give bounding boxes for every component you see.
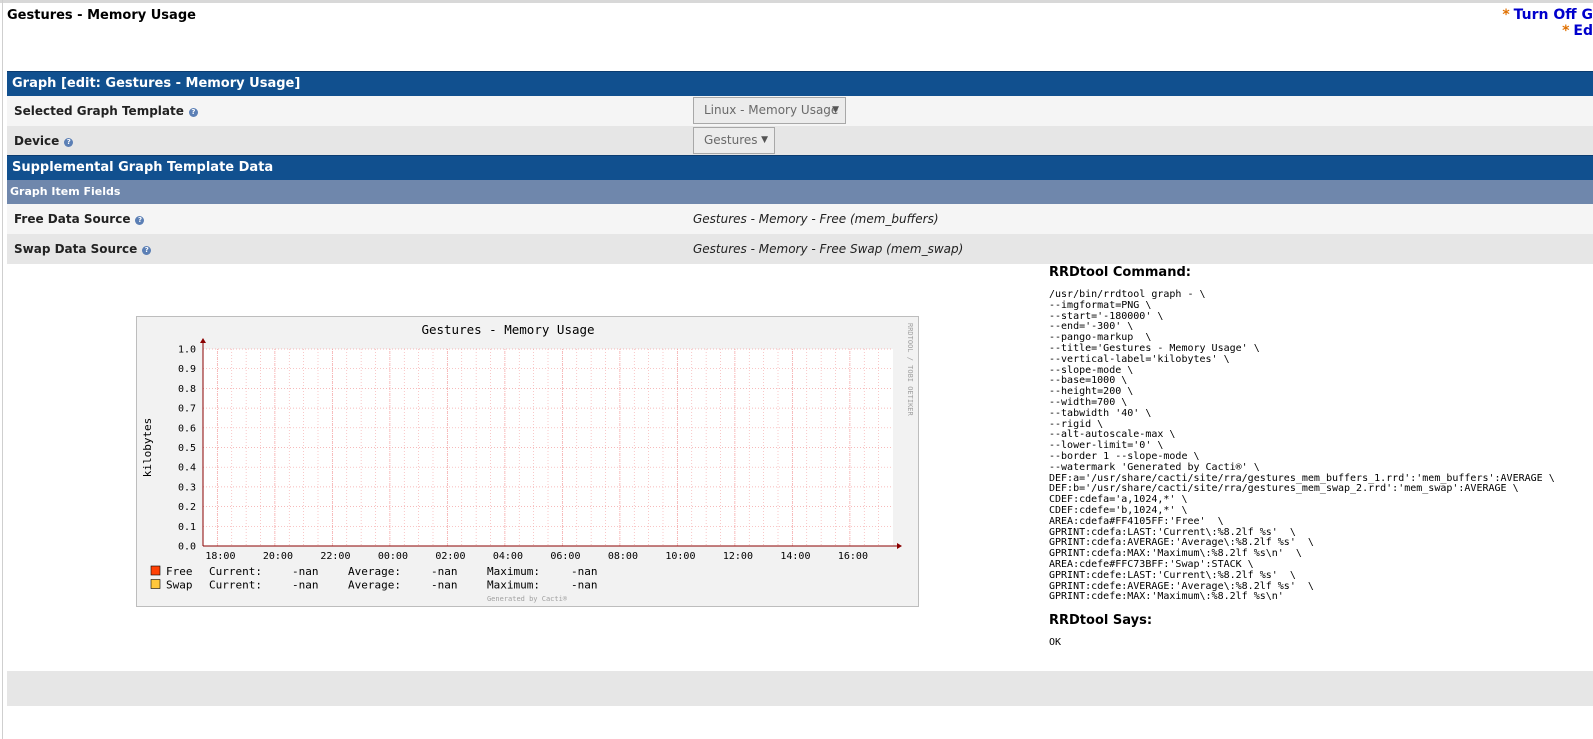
y-axis-label: kilobytes <box>141 418 154 478</box>
x-tick-label: 00:00 <box>378 551 408 562</box>
x-tick-label: 06:00 <box>550 551 580 562</box>
legend-current-value: -nan <box>292 579 319 592</box>
rrdtool-command-line: GPRINT:cdefe:LAST:'Current\:%8.2lf %s' \ <box>1049 569 1296 581</box>
top-link-row: * Ed <box>1502 23 1593 39</box>
template-label-text: Selected Graph Template <box>14 104 184 118</box>
help-icon[interactable]: ? <box>64 138 74 147</box>
memory-usage-chart: 0.0 0.1 0.2 0.3 0.4 0.5 0.6 0.7 0.8 0.9 1.0 18:00 20… <box>141 322 914 603</box>
free-data-source-label-text: Free Data Source <box>14 212 131 226</box>
legend-maximum-label: Maximum: <box>487 579 540 592</box>
legend-average-value: -nan <box>431 579 458 592</box>
chart-title: Gestures - Memory Usage <box>421 322 594 337</box>
device-select-value: Gestures <box>704 133 758 147</box>
y-tick-label: 1.0 <box>178 345 196 356</box>
rrdtool-command-line: --tabwidth '40' \ <box>1049 407 1152 419</box>
y-axis-arrow-icon <box>200 338 206 343</box>
top-links: * Turn Off G * Ed <box>1502 7 1593 39</box>
footer-bar <box>7 671 1593 706</box>
rrdtool-command-line: AREA:cdefa#FF4105FF:'Free' \ <box>1049 515 1224 527</box>
rrdtool-command-heading: RRDtool Command: <box>1049 265 1191 280</box>
swap-data-source-value: Gestures - Memory - Free Swap (mem_swap) <box>693 242 964 256</box>
x-tick-label: 20:00 <box>263 551 293 562</box>
device-row: Device? Gestures ▼ <box>7 126 1593 156</box>
y-tick-label: 0.0 <box>178 542 196 553</box>
supplemental-header: Supplemental Graph Template Data <box>7 155 1593 180</box>
y-tick-label: 0.6 <box>178 423 196 434</box>
graph-item-fields-header: Graph Item Fields <box>7 180 1593 204</box>
x-tick-label: 22:00 <box>320 551 350 562</box>
x-tick-label: 16:00 <box>838 551 868 562</box>
y-tick-label: 0.3 <box>178 482 196 493</box>
swap-data-source-label-text: Swap Data Source <box>14 242 138 256</box>
legend-maximum-value: -nan <box>571 565 598 578</box>
free-data-source-label: Free Data Source? <box>14 204 145 234</box>
x-tick-label: 18:00 <box>205 551 235 562</box>
y-tick-label: 0.4 <box>178 463 196 474</box>
help-icon[interactable]: ? <box>135 216 145 225</box>
supplemental-section: Supplemental Graph Template Data Graph I… <box>7 155 1593 264</box>
rrdtool-says-value: OK <box>1049 637 1062 648</box>
legend-average-label: Average: <box>348 565 401 578</box>
rrdtool-command-line: --imgformat=PNG \ <box>1049 299 1152 311</box>
bullet-star-icon: * <box>1502 7 1510 23</box>
graph-image: 0.0 0.1 0.2 0.3 0.4 0.5 0.6 0.7 0.8 0.9 1.0 18:00 20… <box>136 316 919 607</box>
rrdtool-command-line: --vertical-label='kilobytes' \ <box>1049 353 1230 365</box>
device-label: Device? <box>14 126 74 156</box>
x-tick-label: 10:00 <box>665 551 695 562</box>
template-row: Selected Graph Template? Linux - Memory … <box>7 96 1593 126</box>
rrdtool-command-line: GPRINT:cdefe:MAX:'Maximum\:%8.2lf %s\n' <box>1049 591 1284 603</box>
help-icon[interactable]: ? <box>142 246 152 255</box>
dropdown-caret-icon: ▼ <box>761 135 768 145</box>
page-title: Gestures - Memory Usage <box>7 8 196 23</box>
x-tick-label: 14:00 <box>780 551 810 562</box>
left-border <box>2 0 3 739</box>
x-axis-arrow-icon <box>897 543 902 549</box>
swap-data-source-row: Swap Data Source? Gestures - Memory - Fr… <box>7 234 1593 264</box>
legend-average-value: -nan <box>431 565 458 578</box>
rrdtool-side-text: RRDTOOL / TOBI OETIKER <box>906 323 914 417</box>
x-tick-label: 12:00 <box>723 551 753 562</box>
top-link-row: * Turn Off G <box>1502 7 1593 23</box>
graph-template-select[interactable]: Linux - Memory Usage ▼ <box>693 97 846 124</box>
top-border <box>0 0 1593 3</box>
legend-maximum-label: Maximum: <box>487 565 540 578</box>
legend-swatch <box>150 565 161 576</box>
x-tick-label: 04:00 <box>493 551 523 562</box>
rrdtool-says-heading: RRDtool Says: <box>1049 613 1153 628</box>
legend-series-name: Free <box>166 565 193 578</box>
y-tick-label: 0.8 <box>178 384 196 395</box>
y-tick-label: 0.1 <box>178 522 196 533</box>
graph-template-select-value: Linux - Memory Usage <box>704 103 839 117</box>
rrdtool-command-text: /usr/bin/rrdtool graph - \ --imgformat=PN… <box>1049 289 1555 603</box>
swap-data-source-label: Swap Data Source? <box>14 234 152 264</box>
help-icon[interactable]: ? <box>188 108 198 117</box>
dropdown-caret-icon: ▼ <box>832 105 839 115</box>
x-tick-label: 02:00 <box>435 551 465 562</box>
free-data-source-row: Free Data Source? Gestures - Memory - Fr… <box>7 204 1593 234</box>
free-data-source-value: Gestures - Memory - Free (mem_buffers) <box>693 212 939 226</box>
device-label-text: Device <box>14 134 60 148</box>
rrdtool-command-line: --watermark 'Generated by Cacti®' \ <box>1049 461 1260 473</box>
turn-off-link[interactable]: Turn Off G <box>1514 7 1593 23</box>
x-tick-label: 08:00 <box>608 551 638 562</box>
graph-edit-section: Graph [edit: Gestures - Memory Usage] Se… <box>7 71 1593 156</box>
legend-current-label: Current: <box>209 579 262 592</box>
edit-link[interactable]: Ed <box>1573 23 1593 39</box>
legend-current-label: Current: <box>209 565 262 578</box>
legend-maximum-value: -nan <box>571 579 598 592</box>
bullet-star-icon: * <box>1562 23 1570 39</box>
legend-swatch <box>150 579 161 589</box>
legend-series-name: Swap <box>166 579 193 592</box>
y-tick-label: 0.2 <box>178 502 196 513</box>
legend-current-value: -nan <box>292 565 319 578</box>
y-tick-label: 0.7 <box>178 404 196 415</box>
graph-edit-header: Graph [edit: Gestures - Memory Usage] <box>7 71 1593 96</box>
y-tick-label: 0.5 <box>178 443 196 454</box>
legend-average-label: Average: <box>348 579 401 592</box>
chart-watermark: Generated by Cacti® <box>487 595 568 603</box>
template-label: Selected Graph Template? <box>14 96 198 126</box>
y-tick-label: 0.9 <box>178 364 196 375</box>
device-select[interactable]: Gestures ▼ <box>693 127 775 154</box>
